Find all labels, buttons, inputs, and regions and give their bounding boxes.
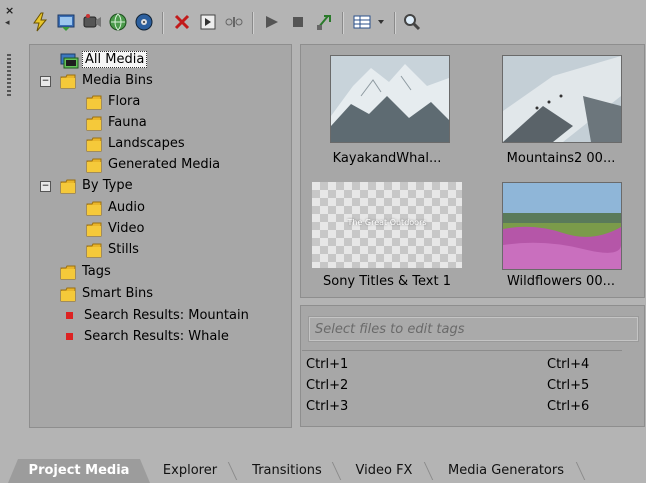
media-thumbnail-kayak[interactable] xyxy=(330,55,450,143)
folder-icon xyxy=(86,221,102,237)
docking-grip[interactable]: × ◂ xyxy=(0,0,18,460)
tree-item-generated-media[interactable]: Generated Media xyxy=(86,154,220,174)
all-media-icon xyxy=(60,52,79,69)
mountain-thumbnail-icon xyxy=(331,56,449,142)
media-fx-icon[interactable] xyxy=(222,10,246,34)
folder-icon xyxy=(60,264,76,280)
capture-video-icon[interactable] xyxy=(80,10,104,34)
folder-icon xyxy=(86,200,102,216)
folder-icon xyxy=(86,157,102,173)
thumbnail-caption: KayakandWhal... xyxy=(332,151,442,166)
tab-transitions[interactable]: Transitions xyxy=(240,459,334,483)
play-icon[interactable] xyxy=(260,10,284,34)
tree-item-stills[interactable]: Stills xyxy=(86,239,139,259)
thumbnail-caption: Mountains2 00... xyxy=(506,151,616,166)
chevron-down-icon[interactable] xyxy=(374,10,388,34)
tag-shortcut-5[interactable]: Ctrl+5 xyxy=(547,378,589,393)
search-icon[interactable] xyxy=(400,10,424,34)
media-properties-icon[interactable] xyxy=(196,10,220,34)
folder-icon xyxy=(86,94,102,110)
tree-item-search-mountain[interactable]: Search Results: Mountain xyxy=(62,305,249,325)
tree-item-label: Fauna xyxy=(108,114,147,130)
folder-icon xyxy=(86,136,102,152)
folder-icon xyxy=(60,73,76,89)
tree-item-label: Audio xyxy=(108,199,145,215)
media-tree-pane xyxy=(29,44,292,428)
tree-item-fauna[interactable]: Fauna xyxy=(86,112,147,132)
snowfield-thumbnail-icon xyxy=(503,56,621,142)
title-overlay-text: The Great Outdoors xyxy=(347,218,427,227)
tree-item-label: Smart Bins xyxy=(82,285,153,301)
divider xyxy=(302,350,622,351)
tree-item-tags[interactable]: Tags xyxy=(60,261,111,281)
collapse-icon[interactable]: − xyxy=(40,76,51,87)
wildflowers-thumbnail-icon xyxy=(503,183,622,269)
tree-item-label: By Type xyxy=(82,177,133,193)
tree-item-label: Tags xyxy=(82,263,111,279)
tab-project-media[interactable]: Project Media xyxy=(8,459,150,483)
tree-item-audio[interactable]: Audio xyxy=(86,197,145,217)
tree-item-label: Generated Media xyxy=(108,156,221,172)
tree-item-label: Landscapes xyxy=(108,135,185,151)
auto-preview-icon[interactable] xyxy=(312,10,336,34)
tree-item-flora[interactable]: Flora xyxy=(86,91,140,111)
views-icon[interactable] xyxy=(350,10,374,34)
close-icon[interactable]: × xyxy=(5,4,14,17)
tree-item-label: Media Bins xyxy=(82,72,153,88)
tab-label: Transitions xyxy=(252,463,322,478)
tree-item-smart-bins[interactable]: Smart Bins xyxy=(60,283,153,303)
tree-item-search-whale[interactable]: Search Results: Whale xyxy=(62,326,229,346)
folder-icon xyxy=(86,115,102,131)
extract-audio-cd-icon[interactable] xyxy=(132,10,156,34)
tag-shortcut-1[interactable]: Ctrl+1 xyxy=(306,357,348,372)
toolbar xyxy=(28,5,646,41)
tree-item-landscapes[interactable]: Landscapes xyxy=(86,133,185,153)
folder-icon xyxy=(60,286,76,302)
smart-bin-marker-icon xyxy=(66,332,73,340)
tree-item-label: Stills xyxy=(108,241,139,257)
tab-explorer[interactable]: Explorer xyxy=(150,459,230,483)
tree-item-video[interactable]: Video xyxy=(86,218,144,238)
collapse-icon[interactable]: − xyxy=(40,181,51,192)
tab-label: Media Generators xyxy=(448,463,564,478)
tree-item-all-media[interactable]: All Media xyxy=(60,49,148,69)
thumbnail-caption: Sony Titles & Text 1 xyxy=(322,274,451,289)
tab-label: Project Media xyxy=(28,463,130,478)
thumbnail-caption: Wildflowers 00... xyxy=(506,274,615,289)
media-thumbnail-sony-titles[interactable]: The Great Outdoors xyxy=(312,182,462,268)
tag-shortcut-4[interactable]: Ctrl+4 xyxy=(547,357,589,372)
media-thumbnail-wildflowers[interactable] xyxy=(502,182,622,270)
get-media-web-icon[interactable] xyxy=(106,10,130,34)
pin-icon[interactable]: ◂ xyxy=(5,18,10,28)
tab-video-fx[interactable]: Video FX xyxy=(342,459,426,483)
tree-item-label: All Media xyxy=(82,50,148,68)
smart-bin-marker-icon xyxy=(66,311,73,319)
tree-item-media-bins[interactable]: Media Bins xyxy=(60,70,153,90)
folder-icon xyxy=(60,178,76,194)
tab-label: Explorer xyxy=(162,463,218,478)
tab-media-generators[interactable]: Media Generators xyxy=(436,459,576,483)
tag-shortcut-3[interactable]: Ctrl+3 xyxy=(306,399,348,414)
tag-shortcut-2[interactable]: Ctrl+2 xyxy=(306,378,348,393)
delete-icon[interactable] xyxy=(170,10,194,34)
import-media-icon[interactable] xyxy=(54,10,78,34)
lightning-icon[interactable] xyxy=(28,10,52,34)
tree-item-label: Search Results: Whale xyxy=(84,328,229,344)
tab-label: Video FX xyxy=(355,463,413,478)
tree-item-label: Video xyxy=(108,220,145,236)
drag-handle[interactable] xyxy=(7,54,11,98)
stop-icon[interactable] xyxy=(286,10,310,34)
tree-item-by-type[interactable]: By Type xyxy=(60,175,133,195)
folder-icon xyxy=(86,242,102,258)
tree-item-label: Search Results: Mountain xyxy=(84,307,249,323)
media-thumbnail-mountains2[interactable] xyxy=(502,55,622,143)
tag-input[interactable]: Select files to edit tags xyxy=(308,316,639,342)
tree-item-label: Flora xyxy=(108,93,141,109)
tag-shortcut-6[interactable]: Ctrl+6 xyxy=(547,399,589,414)
